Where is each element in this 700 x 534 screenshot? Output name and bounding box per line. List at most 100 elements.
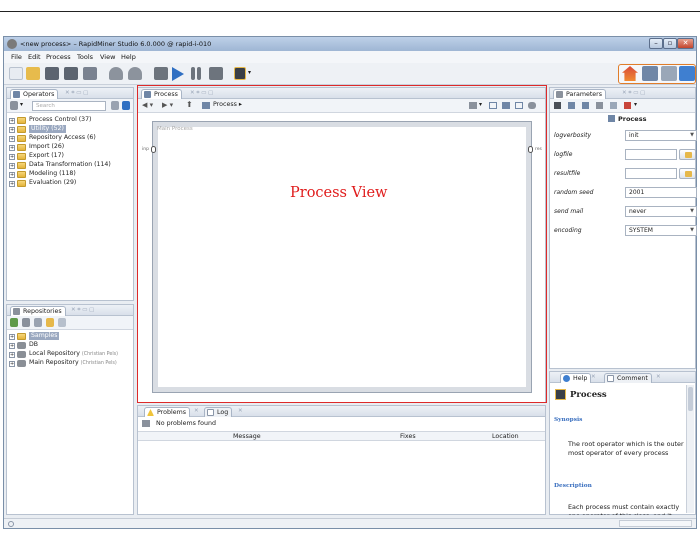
menu-tools[interactable]: Tools <box>77 53 93 61</box>
expand-icon[interactable]: + <box>9 154 15 160</box>
column-fixes[interactable]: Fixes <box>400 433 416 440</box>
menu-file[interactable]: File <box>11 53 22 61</box>
expand-icon[interactable]: + <box>9 352 15 358</box>
close-tab-icon[interactable]: ✕ <box>656 374 661 380</box>
open-folder-icon[interactable] <box>26 67 40 80</box>
stop-icon[interactable] <box>209 67 223 80</box>
expand-icon[interactable]: + <box>9 145 15 151</box>
undo-icon[interactable] <box>109 67 123 80</box>
tab-operators[interactable]: Operators <box>10 89 59 99</box>
close-tab-icon[interactable]: ✕ <box>238 408 243 414</box>
tab-parameters[interactable]: Parameters <box>553 89 607 99</box>
expand-icon[interactable]: + <box>9 163 15 169</box>
expert-mode-icon[interactable] <box>568 102 575 109</box>
home-perspective-icon[interactable] <box>622 66 638 81</box>
expand-icon[interactable]: + <box>9 118 15 124</box>
operator-search-input[interactable]: Search <box>32 101 106 111</box>
send-mail-select[interactable]: never ▼ <box>625 206 697 217</box>
expand-icon[interactable]: + <box>9 334 15 340</box>
results-icon[interactable] <box>234 67 246 80</box>
delete-icon[interactable] <box>624 102 631 109</box>
breakpoint-icon[interactable] <box>596 102 603 109</box>
new-building-block-icon[interactable] <box>10 101 18 110</box>
run-icon[interactable] <box>172 67 184 81</box>
toggle-icon[interactable] <box>582 102 589 109</box>
logfile-browse-button[interactable] <box>679 149 696 160</box>
sort-icon[interactable] <box>122 101 130 110</box>
close-button[interactable]: ✕ <box>677 38 694 49</box>
help-tab-label: Help <box>573 375 588 382</box>
panel-controls-icon[interactable]: ✕ ⌗ ▭ ▢ <box>622 90 645 97</box>
design-perspective-icon[interactable] <box>642 66 658 81</box>
process-doc-icon <box>555 389 566 400</box>
folder-icon <box>685 152 692 158</box>
tab-help[interactable]: Help <box>560 373 592 383</box>
import-icon[interactable] <box>22 318 30 327</box>
help-tabstrip: Help ✕ Comment ✕ <box>550 372 695 383</box>
tab-repositories[interactable]: Repositories <box>10 306 66 316</box>
column-message[interactable]: Message <box>233 433 261 440</box>
warning-icon <box>147 409 154 416</box>
quick-fix-icon[interactable] <box>142 420 150 427</box>
help-scrollbar[interactable] <box>686 385 694 513</box>
pause-icon[interactable] <box>191 67 195 80</box>
results-dropdown-icon[interactable]: ▾ <box>248 67 254 80</box>
rename-icon[interactable] <box>610 102 617 109</box>
param-logverbosity: logverbosity init ▼ <box>552 129 698 143</box>
expand-icon[interactable]: + <box>9 181 15 187</box>
dropdown-icon[interactable]: ▾ <box>20 101 23 108</box>
new-folder-icon[interactable] <box>46 318 54 327</box>
menu-process[interactable]: Process <box>46 53 71 61</box>
refresh-icon[interactable] <box>34 318 42 327</box>
folder-icon <box>17 126 26 133</box>
random-seed-input[interactable]: 2001 <box>625 187 697 198</box>
close-tab-icon[interactable]: ✕ <box>591 374 596 380</box>
encoding-select[interactable]: SYSTEM ▼ <box>625 225 697 236</box>
resultfile-browse-button[interactable] <box>679 168 696 179</box>
maximize-button[interactable]: ▫ <box>663 38 677 49</box>
chevron-down-icon: ▼ <box>690 227 694 233</box>
send-mail-value: never <box>629 208 647 215</box>
minimize-button[interactable]: – <box>649 38 663 49</box>
resultfile-input[interactable] <box>625 168 677 179</box>
operators-tabstrip: Operators ✕ ⌗ ▭ ▢ <box>7 88 133 99</box>
tab-comment[interactable]: Comment <box>604 373 652 383</box>
tab-problems[interactable]: Problems <box>144 407 191 417</box>
expand-icon[interactable]: + <box>9 136 15 142</box>
add-repository-icon[interactable] <box>10 318 18 327</box>
menu-help[interactable]: Help <box>121 53 136 61</box>
panel-controls-icon[interactable]: ✕ ⌗ ▭ ▢ <box>71 307 94 314</box>
folder-icon <box>17 117 26 124</box>
dropdown-icon[interactable]: ▾ <box>634 101 637 108</box>
expand-icon[interactable]: + <box>9 172 15 178</box>
tab-log[interactable]: Log <box>204 407 233 417</box>
logfile-input[interactable] <box>625 149 677 160</box>
scrollbar-thumb[interactable] <box>688 387 693 411</box>
new-process-icon[interactable] <box>9 67 23 80</box>
parameters-icon <box>556 91 563 98</box>
save-icon[interactable] <box>45 67 59 80</box>
panel-controls-icon[interactable]: ✕ ⌗ ▭ ▢ <box>65 90 88 97</box>
repository-icon <box>17 360 26 367</box>
print-icon[interactable] <box>83 67 97 80</box>
synopsis-heading: Synopsis <box>554 417 583 423</box>
log-icon <box>207 409 214 416</box>
results-perspective-icon[interactable] <box>661 66 677 81</box>
expand-icon[interactable]: + <box>9 343 15 349</box>
expand-icon[interactable]: + <box>9 127 15 133</box>
param-send-mail: send mail never ▼ <box>552 205 698 219</box>
tree-item-label: Data Transformation (114) <box>29 161 111 168</box>
wizard-perspective-icon[interactable] <box>679 66 695 81</box>
sort-icon[interactable] <box>58 318 66 327</box>
menu-view[interactable]: View <box>100 53 115 61</box>
close-tab-icon[interactable]: ✕ <box>194 408 199 414</box>
column-location[interactable]: Location <box>492 433 519 440</box>
validate-icon[interactable] <box>154 67 168 80</box>
expand-icon[interactable]: + <box>9 361 15 367</box>
filter-icon[interactable] <box>111 101 119 110</box>
operator-info-icon[interactable] <box>554 102 561 109</box>
redo-icon[interactable] <box>128 67 142 80</box>
logverbosity-select[interactable]: init ▼ <box>625 130 697 141</box>
save-as-icon[interactable] <box>64 67 78 80</box>
menu-edit[interactable]: Edit <box>28 53 41 61</box>
